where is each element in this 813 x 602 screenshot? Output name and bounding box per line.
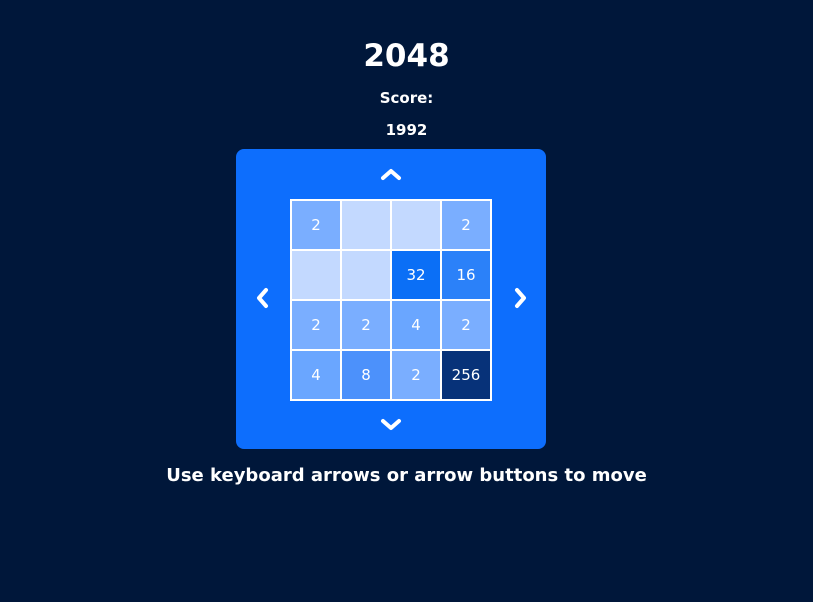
board-panel: 2 2 32 16 2 2 4 2 4 8 2 256 bbox=[236, 149, 546, 449]
score-value: 1992 bbox=[385, 121, 428, 139]
tile-r1-c1 bbox=[342, 251, 390, 299]
tile-r3-c0: 4 bbox=[292, 351, 340, 399]
tile-r3-c1: 8 bbox=[342, 351, 390, 399]
chevron-left-icon bbox=[257, 288, 268, 308]
tile-r3-c3: 256 bbox=[442, 351, 490, 399]
move-right-button[interactable] bbox=[506, 283, 536, 313]
chevron-right-icon bbox=[515, 288, 526, 308]
tile-r2-c3: 2 bbox=[442, 301, 490, 349]
move-left-button[interactable] bbox=[247, 283, 277, 313]
tile-r1-c0 bbox=[292, 251, 340, 299]
tile-r2-c2: 4 bbox=[392, 301, 440, 349]
tile-r0-c0: 2 bbox=[292, 201, 340, 249]
tile-r0-c2 bbox=[392, 201, 440, 249]
game-page: 2048 Score: 1992 2 2 32 16 2 2 4 2 4 8 2 256 Use ke… bbox=[0, 0, 813, 602]
tile-r3-c2: 2 bbox=[392, 351, 440, 399]
tile-r0-c3: 2 bbox=[442, 201, 490, 249]
move-down-button[interactable] bbox=[376, 410, 406, 440]
tile-r1-c3: 16 bbox=[442, 251, 490, 299]
tile-r2-c0: 2 bbox=[292, 301, 340, 349]
tile-r0-c1 bbox=[342, 201, 390, 249]
score-label: Score: bbox=[379, 89, 434, 107]
chevron-down-icon bbox=[381, 419, 401, 430]
instructions-text: Use keyboard arrows or arrow buttons to … bbox=[166, 465, 647, 486]
move-up-button[interactable] bbox=[376, 159, 406, 189]
game-title: 2048 bbox=[363, 38, 450, 74]
chevron-up-icon bbox=[381, 169, 401, 180]
game-grid: 2 2 32 16 2 2 4 2 4 8 2 256 bbox=[290, 199, 492, 401]
tile-r1-c2: 32 bbox=[392, 251, 440, 299]
tile-r2-c1: 2 bbox=[342, 301, 390, 349]
